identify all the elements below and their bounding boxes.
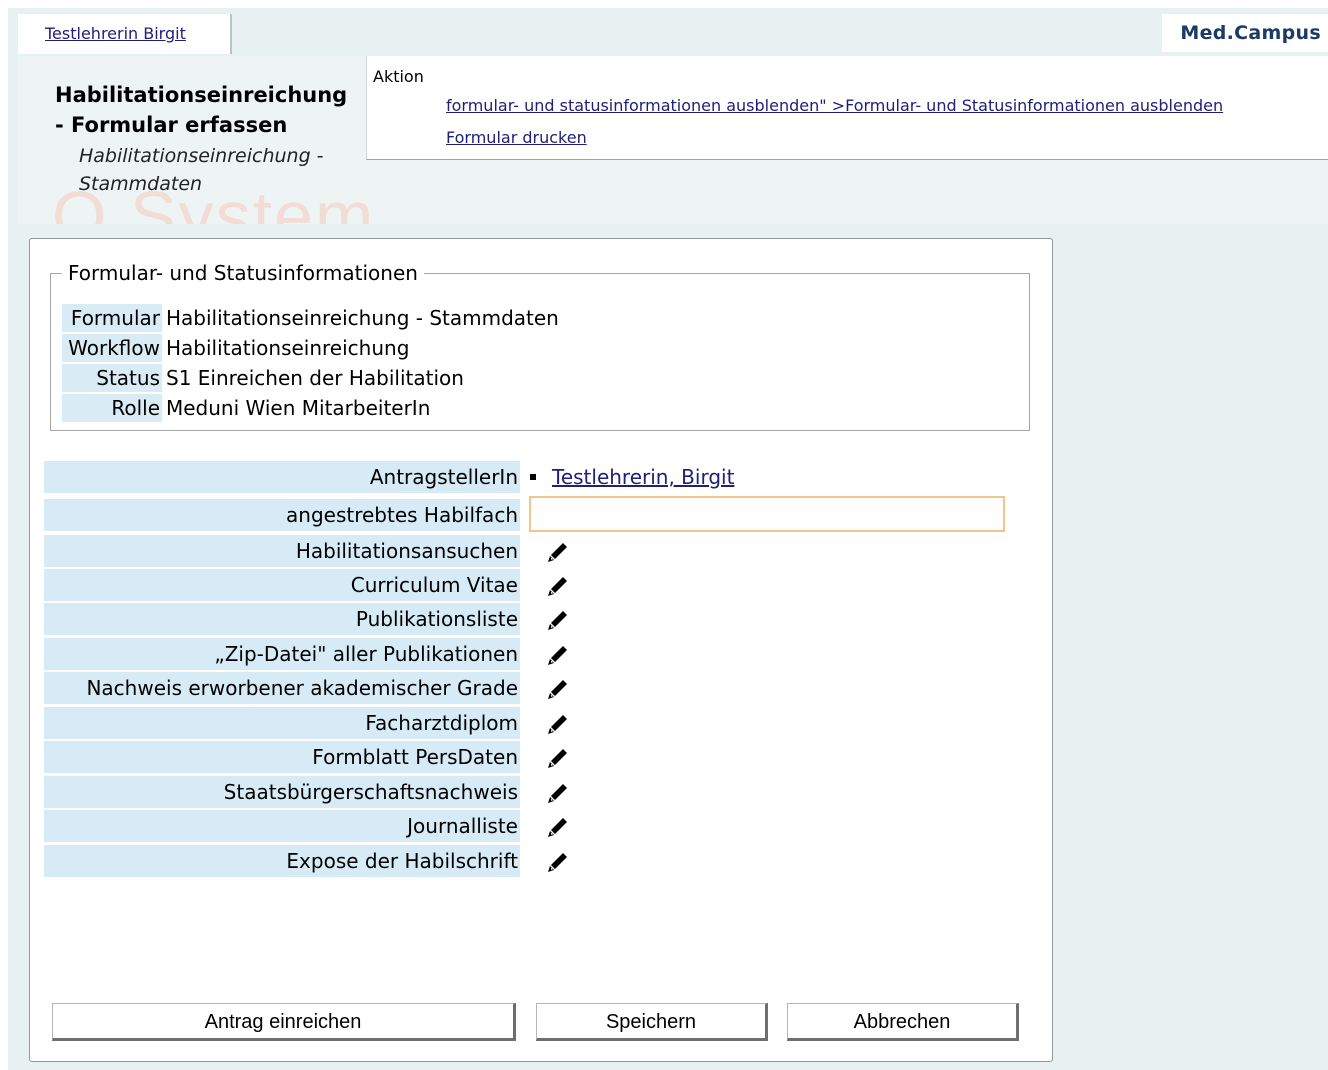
pencil-icon[interactable]	[544, 573, 570, 599]
document-label: Nachweis erworbener akademischer Grade	[44, 672, 520, 704]
print-form-link[interactable]: Formular drucken	[446, 128, 587, 147]
form-panel: Formular- und Statusinformationen Formul…	[29, 238, 1053, 1062]
brand-logo: Med.Campus	[1162, 14, 1328, 52]
pencil-icon[interactable]	[544, 607, 570, 633]
bullet-icon	[530, 473, 536, 480]
status-value: Habilitationseinreichung	[166, 336, 410, 360]
document-row: Staatsbürgerschaftsnachweis	[44, 776, 1024, 808]
pencil-icon[interactable]	[544, 539, 570, 565]
subject-input[interactable]	[529, 496, 1005, 532]
pencil-icon[interactable]	[544, 780, 570, 806]
status-value: Meduni Wien MitarbeiterIn	[166, 396, 431, 420]
page-title: Habilitationseinreichung - Formular erfa…	[55, 83, 348, 137]
status-label: Rolle	[62, 394, 162, 422]
status-row-formular: Formular Habilitationseinreichung - Stamm…	[62, 304, 559, 332]
subject-label: angestrebtes Habilfach	[44, 499, 520, 531]
applicant-label: AntragstellerIn	[44, 461, 520, 493]
applicant-link[interactable]: Testlehrerin, Birgit	[552, 465, 734, 489]
document-row: Facharztdiplom	[44, 707, 1024, 739]
document-row: Expose der Habilschrift	[44, 845, 1024, 877]
status-row-rolle: Rolle Meduni Wien MitarbeiterIn	[62, 394, 430, 422]
document-label: Curriculum Vitae	[44, 569, 520, 601]
status-row-workflow: Workflow Habilitationseinreichung	[62, 334, 409, 362]
pencil-icon[interactable]	[544, 814, 570, 840]
document-label: Habilitationsansuchen	[44, 535, 520, 567]
document-label: Facharztdiplom	[44, 707, 520, 739]
pencil-icon[interactable]	[544, 676, 570, 702]
user-link[interactable]: Testlehrerin Birgit	[45, 24, 186, 43]
applicant-value: Testlehrerin, Birgit	[530, 461, 734, 493]
pencil-icon[interactable]	[544, 849, 570, 875]
document-row: Habilitationsansuchen	[44, 535, 1024, 567]
applicant-row: AntragstellerIn Testlehrerin, Birgit	[44, 461, 1024, 493]
status-value: S1 Einreichen der Habilitation	[166, 366, 464, 390]
document-label: Publikationsliste	[44, 603, 520, 635]
document-row: „Zip-Datei" aller Publikationen	[44, 638, 1024, 670]
user-tab[interactable]: Testlehrerin Birgit	[18, 14, 232, 54]
document-row: Formblatt PersDaten	[44, 741, 1024, 773]
cancel-button[interactable]: Abbrechen	[787, 1003, 1019, 1041]
document-row: Journalliste	[44, 810, 1024, 842]
submit-application-button[interactable]: Antrag einreichen	[52, 1003, 516, 1041]
pencil-icon[interactable]	[544, 642, 570, 668]
document-row: Curriculum Vitae	[44, 569, 1024, 601]
document-row: Publikationsliste	[44, 603, 1024, 635]
document-row: Nachweis erworbener akademischer Grade	[44, 672, 1024, 704]
status-row-status: Status S1 Einreichen der Habilitation	[62, 364, 464, 392]
status-value: Habilitationseinreichung - Stammdaten	[166, 306, 559, 330]
hide-status-info-link[interactable]: formular- und statusinformationen ausble…	[446, 96, 1223, 115]
document-label: Formblatt PersDaten	[44, 741, 520, 773]
action-box: Aktion formular- und statusinformationen…	[366, 56, 1328, 160]
document-label: „Zip-Datei" aller Publikationen	[44, 638, 520, 670]
status-label: Status	[62, 364, 162, 392]
action-label: Aktion	[373, 67, 424, 86]
pencil-icon[interactable]	[544, 711, 570, 737]
status-label: Workflow	[62, 334, 162, 362]
status-label: Formular	[62, 304, 162, 332]
pencil-icon[interactable]	[544, 745, 570, 771]
save-button[interactable]: Speichern	[536, 1003, 768, 1041]
document-label: Staatsbürgerschaftsnachweis	[44, 776, 520, 808]
status-info-fieldset: Formular- und Statusinformationen Formul…	[50, 261, 1030, 431]
document-label: Journalliste	[44, 810, 520, 842]
page-subtitle: Habilitationseinreichung - Stammdaten	[79, 145, 324, 195]
status-info-legend: Formular- und Statusinformationen	[62, 261, 424, 285]
document-label: Expose der Habilschrift	[44, 845, 520, 877]
